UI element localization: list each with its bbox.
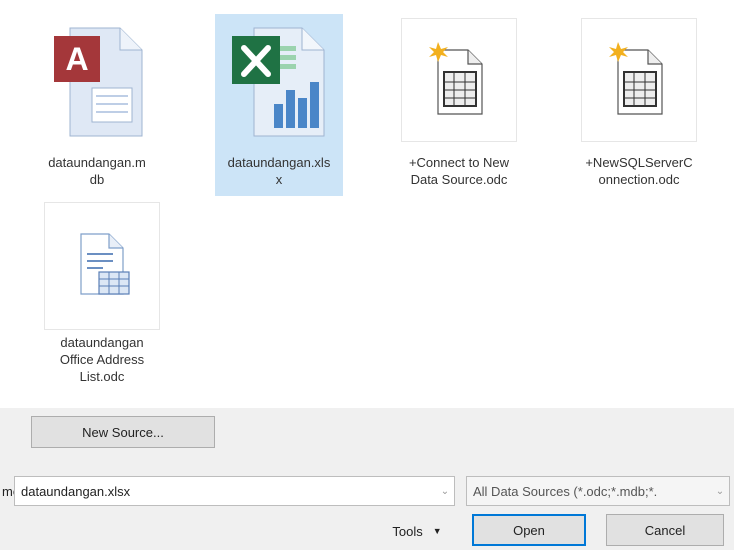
file-name-value: dataundangan.xlsx [21,483,131,499]
file-name: +NewSQLServerC onnection.odc [585,155,693,187]
cancel-button[interactable]: Cancel [606,514,724,546]
excel-workbook-icon [221,18,337,142]
odc-connection-icon [401,18,517,142]
file-name: dataundangan.m db [48,155,146,187]
open-button[interactable]: Open [472,514,586,546]
tools-menu-button[interactable]: Tools ▼ [376,516,458,546]
file-type-value: All Data Sources (*.odc;*.mdb;*. [473,483,658,499]
svg-text:A: A [65,41,88,77]
file-name: +Connect to New Data Source.odc [408,155,510,187]
new-source-button[interactable]: New Source... [31,416,215,448]
file-list: A dataundangan.m db dataundangan.xls x +… [0,0,734,408]
file-item-new-sql-server-connection[interactable]: +NewSQLServerC onnection.odc [575,14,703,196]
chevron-down-icon[interactable]: ⌄ [436,477,454,505]
caret-down-icon: ▼ [432,526,442,536]
dialog-footer: New Source... me: dataundangan.xlsx ⌄ Al… [0,408,734,550]
file-item-connect-new-data-source[interactable]: +Connect to New Data Source.odc [395,14,523,196]
access-database-icon: A [39,18,155,142]
odc-connection-icon [581,18,697,142]
file-name: dataundangan.xls x [227,155,331,187]
file-item-dataundangan-xlsx[interactable]: dataundangan.xls x [215,14,343,196]
file-name-input[interactable]: dataundangan.xlsx ⌄ [14,476,455,506]
file-name: dataundangan Office Address List.odc [59,335,145,384]
file-item-dataundangan-mdb[interactable]: A dataundangan.m db [33,14,161,196]
address-list-icon [44,202,160,330]
file-type-select[interactable]: All Data Sources (*.odc;*.mdb;*. ⌄ [466,476,730,506]
chevron-down-icon[interactable]: ⌄ [711,477,729,505]
file-item-office-address-list[interactable]: dataundangan Office Address List.odc [38,198,166,406]
tools-label: Tools [392,523,423,539]
